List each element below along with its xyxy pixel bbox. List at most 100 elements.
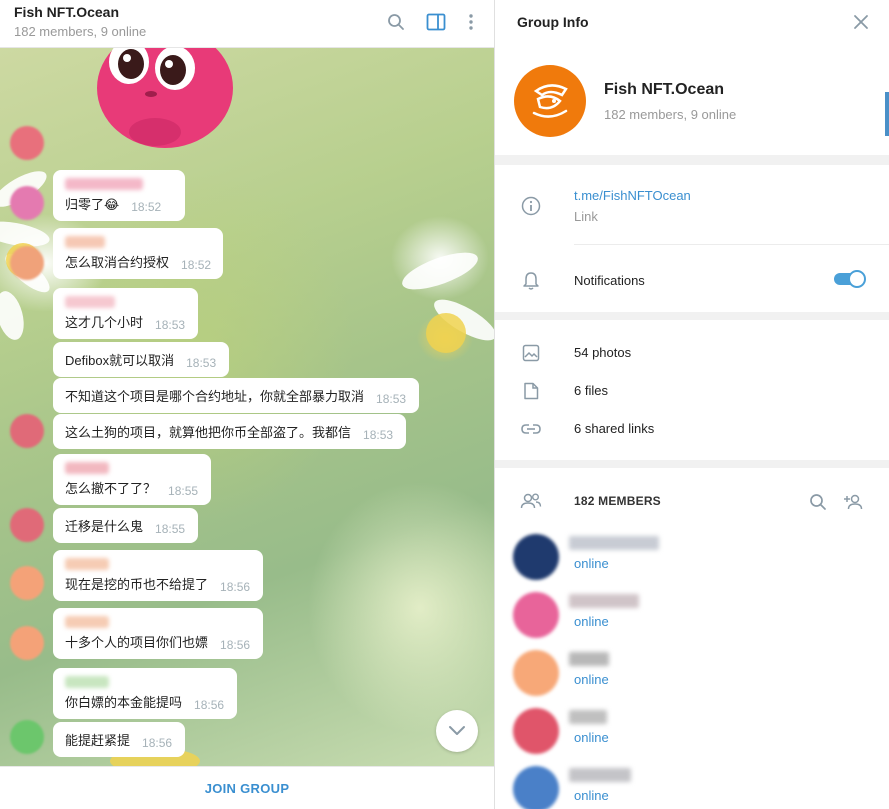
avatar	[513, 708, 559, 754]
message-bubble[interactable]: 这才几个小时 18:53	[53, 288, 198, 339]
avatar[interactable]	[10, 720, 44, 754]
avatar[interactable]	[10, 246, 44, 280]
avatar[interactable]	[10, 126, 44, 160]
member-item[interactable]: online	[495, 764, 889, 809]
avatar[interactable]	[10, 414, 44, 448]
group-link-label: Link	[574, 209, 598, 224]
message-bubble[interactable]: 能提赶紧提 18:56	[53, 722, 185, 757]
sticker[interactable]	[95, 48, 237, 158]
message-time: 18:53	[376, 392, 407, 406]
message-bubble[interactable]: 归零了😂 18:52	[53, 170, 185, 221]
more-options-icon[interactable]	[459, 10, 483, 34]
message-time: 18:53	[155, 318, 186, 332]
join-group-button[interactable]: JOIN GROUP	[205, 781, 290, 796]
shared-links-count: 6 shared links	[574, 421, 655, 436]
message-text: 这么土狗的项目，就算他把你币全部盗了。我都信	[65, 425, 352, 440]
notifications-label: Notifications	[574, 273, 645, 288]
member-item[interactable]: online	[495, 590, 889, 648]
message-bubble[interactable]: 怎么取消合约授权 18:52	[53, 228, 223, 279]
member-name	[569, 710, 607, 724]
message-text: 迁移是什么鬼	[65, 519, 144, 534]
member-status: online	[574, 556, 609, 571]
message-time: 18:56	[142, 736, 173, 750]
message-time: 18:56	[220, 638, 251, 652]
notifications-toggle[interactable]	[834, 270, 866, 288]
avatar[interactable]	[10, 186, 44, 220]
avatar[interactable]	[10, 508, 44, 542]
member-item[interactable]: online	[495, 706, 889, 764]
join-bar: JOIN GROUP	[0, 766, 494, 809]
message-text: 你白嫖的本金能提吗	[65, 695, 183, 710]
message-time: 18:52	[131, 200, 162, 214]
files-count: 6 files	[574, 383, 608, 398]
chat-header: Fish NFT.Ocean 182 members, 9 online	[0, 0, 494, 48]
chat-title[interactable]: Fish NFT.Ocean	[14, 4, 119, 20]
chat-wallpaper: 归零了😂 18:52 怎么取消合约授权 18:52 这才几个小时 18:53 Defi…	[0, 48, 494, 766]
group-member-count: 182 members, 9 online	[604, 107, 737, 122]
group-info-panel: Group Info Fish NFT.Ocean 182 members, 9…	[494, 0, 889, 809]
member-name	[569, 652, 609, 666]
message-text: 能提赶紧提	[65, 733, 131, 748]
avatar	[513, 650, 559, 696]
message-bubble[interactable]: 现在是挖的币也不给提了 18:56	[53, 550, 263, 601]
photos-row[interactable]: 54 photos	[495, 332, 889, 370]
panel-title: Group Info	[517, 14, 589, 30]
message-bubble[interactable]: Defibox就可以取消 18:53	[53, 342, 229, 377]
member-item[interactable]: online	[495, 532, 889, 590]
member-status: online	[574, 730, 609, 745]
group-name: Fish NFT.Ocean	[604, 81, 725, 98]
image-icon	[520, 342, 542, 364]
link-icon	[520, 418, 542, 440]
message-text: 怎么取消合约授权	[65, 255, 170, 270]
message-time: 18:55	[155, 522, 186, 536]
info-header-section: Group Info Fish NFT.Ocean 182 members, 9…	[495, 0, 889, 155]
member-status: online	[574, 672, 609, 687]
message-bubble[interactable]: 十多个人的项目你们也嫖 18:56	[53, 608, 263, 659]
group-link[interactable]: t.me/FishNFTOcean	[574, 188, 691, 203]
shared-media-section: 54 photos 6 files 6 shared links	[495, 320, 889, 460]
member-item[interactable]: online	[495, 648, 889, 706]
group-avatar[interactable]	[514, 65, 586, 137]
member-name	[569, 536, 659, 550]
avatar[interactable]	[10, 566, 44, 600]
info-details-section: t.me/FishNFTOcean Link Notifications	[495, 165, 889, 312]
members-section: 182 MEMBERS online online online online	[495, 468, 889, 809]
message-bubble[interactable]: 你白嫖的本金能提吗 18:56	[53, 668, 237, 719]
message-time: 18:55	[168, 484, 199, 498]
files-row[interactable]: 6 files	[495, 370, 889, 408]
message-bubble[interactable]: 不知道这个项目是哪个合约地址，你就全部暴力取消 18:53	[53, 378, 419, 413]
member-status: online	[574, 614, 609, 629]
info-icon	[520, 195, 542, 217]
message-text: 不知道这个项目是哪个合约地址，你就全部暴力取消	[65, 389, 365, 404]
close-icon[interactable]	[849, 10, 873, 34]
fish-logo-icon	[532, 84, 568, 118]
message-bubble[interactable]: 迁移是什么鬼 18:55	[53, 508, 198, 543]
members-icon	[520, 490, 542, 512]
side-panel-icon[interactable]	[424, 10, 448, 34]
message-text: Defibox就可以取消	[65, 353, 175, 368]
add-member-icon[interactable]	[842, 490, 866, 514]
message-bubble[interactable]: 怎么撤不了了？ 18:55	[53, 454, 211, 505]
avatar[interactable]	[10, 626, 44, 660]
avatar	[513, 592, 559, 638]
avatar	[513, 766, 559, 809]
message-time: 18:53	[363, 428, 394, 442]
search-icon[interactable]	[384, 10, 408, 34]
search-members-icon[interactable]	[806, 490, 830, 514]
message-text: 现在是挖的币也不给提了	[65, 577, 209, 592]
member-name	[569, 594, 639, 608]
message-bubble[interactable]: 这么土狗的项目，就算他把你币全部盗了。我都信 18:53	[53, 414, 406, 449]
bell-icon	[520, 269, 542, 291]
scroll-down-button[interactable]	[436, 710, 478, 752]
message-time: 18:53	[186, 356, 217, 370]
file-icon	[520, 380, 542, 402]
scrollbar[interactable]	[885, 92, 889, 136]
message-text: 归零了😂	[65, 197, 120, 212]
chat-panel: Fish NFT.Ocean 182 members, 9 online 归零了…	[0, 0, 494, 809]
shared-links-row[interactable]: 6 shared links	[495, 408, 889, 446]
member-name	[569, 768, 631, 782]
message-text: 这才几个小时	[65, 315, 144, 330]
message-time: 18:56	[220, 580, 251, 594]
message-text: 十多个人的项目你们也嫖	[65, 635, 209, 650]
avatar	[513, 534, 559, 580]
